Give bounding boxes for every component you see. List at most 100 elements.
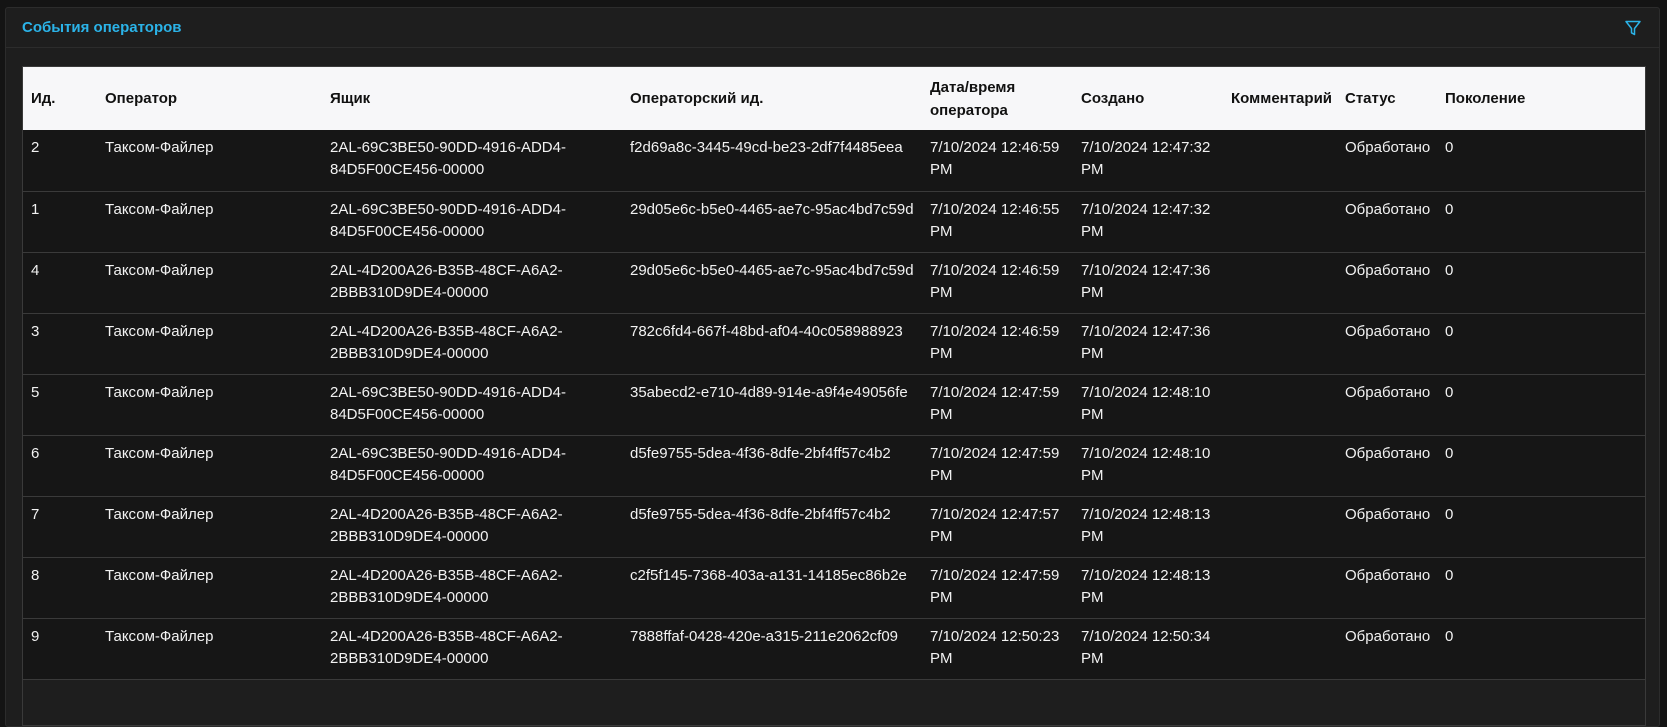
cell-generation: 0 [1445,505,1454,523]
cell-operator: Таксом-Файлер [105,200,214,218]
cell-id: 4 [31,261,40,279]
cell-operator: Таксом-Файлер [105,383,214,401]
cell-operator-datetime: 7/10/2024 12:50:23 PM [930,627,1060,667]
cell-operator-id: 7888ffaf-0428-420e-a315-211e2062cf09 [630,627,899,645]
table-row[interactable]: 9 Таксом-Файлер 2AL-4D200A26-B35B-48CF-A6A… [23,618,1645,679]
table-row[interactable]: 4 Таксом-Файлер 2AL-4D200A26-B35B-48CF-A6A… [23,252,1645,313]
cell-created: 7/10/2024 12:50:34 PM [1081,627,1211,667]
table-row[interactable]: 1 Таксом-Файлер 2AL-69C3BE50-90DD-4916-ADD… [23,191,1645,252]
cell-operator-id: 29d05e6c-b5e0-4465-ae7c-95ac4bd7c59d [630,200,914,218]
table-row[interactable]: 5 Таксом-Файлер 2AL-69C3BE50-90DD-4916-ADD… [23,374,1645,435]
table-body: 2 Таксом-Файлер 2AL-69C3BE50-90DD-4916-ADD… [23,130,1645,679]
cell-operator-datetime: 7/10/2024 12:47:59 PM [930,444,1060,484]
cell-status: Обработано [1345,200,1431,218]
cell-operator-datetime: 7/10/2024 12:46:59 PM [930,261,1060,301]
cell-id: 8 [31,566,40,584]
events-table: Ид. Оператор Ящик Операторский ид. Дата/… [22,66,1646,726]
cell-created: 7/10/2024 12:47:32 PM [1081,139,1211,178]
cell-comment [1223,496,1337,557]
cell-id: 5 [31,383,40,401]
cell-comment [1223,252,1337,313]
cell-operator: Таксом-Файлер [105,505,214,523]
panel-header: События операторов [6,8,1659,48]
cell-box: 2AL-4D200A26-B35B-48CF-A6A2-2BBB310D9DE4… [330,322,563,362]
cell-created: 7/10/2024 12:48:13 PM [1081,505,1211,545]
cell-operator-datetime: 7/10/2024 12:46:59 PM [930,322,1060,362]
cell-operator-id: d5fe9755-5dea-4f36-8dfe-2bf4ff57c4b2 [630,505,891,523]
cell-operator: Таксом-Файлер [105,322,214,340]
cell-operator-id: d5fe9755-5dea-4f36-8dfe-2bf4ff57c4b2 [630,444,891,462]
cell-operator-id: 29d05e6c-b5e0-4465-ae7c-95ac4bd7c59d [630,261,914,279]
table-header: Ид. Оператор Ящик Операторский ид. Дата/… [23,67,1645,130]
cell-generation: 0 [1445,139,1454,156]
cell-box: 2AL-69C3BE50-90DD-4916-ADD4-84D5F00CE456… [330,200,566,240]
filter-icon-glyph [1625,20,1641,35]
cell-box: 2AL-69C3BE50-90DD-4916-ADD4-84D5F00CE456… [330,383,566,423]
operator-events-panel: События операторов Ид. Оператор Ящик Опе… [5,7,1660,727]
cell-id: 1 [31,200,40,218]
column-header-box[interactable]: Ящик [322,67,622,130]
cell-generation: 0 [1445,261,1454,279]
column-header-operator-id[interactable]: Операторский ид. [622,67,922,130]
cell-created: 7/10/2024 12:47:32 PM [1081,200,1211,240]
cell-box: 2AL-69C3BE50-90DD-4916-ADD4-84D5F00CE456… [330,444,566,484]
cell-operator: Таксом-Файлер [105,444,214,462]
table-row[interactable]: 7 Таксом-Файлер 2AL-4D200A26-B35B-48CF-A6A… [23,496,1645,557]
cell-created: 7/10/2024 12:47:36 PM [1081,322,1211,362]
cell-status: Обработано [1345,322,1431,340]
cell-comment [1223,435,1337,496]
cell-operator-datetime: 7/10/2024 12:47:59 PM [930,566,1060,606]
column-header-generation[interactable]: Поколение [1437,67,1645,130]
cell-box: 2AL-4D200A26-B35B-48CF-A6A2-2BBB310D9DE4… [330,627,563,667]
cell-generation: 0 [1445,322,1454,340]
cell-operator-datetime: 7/10/2024 12:47:59 PM [930,383,1060,423]
column-header-id[interactable]: Ид. [23,67,97,130]
cell-operator-id: 35abecd2-e710-4d89-914e-a9f4e49056fe [630,383,908,401]
cell-created: 7/10/2024 12:48:13 PM [1081,566,1211,606]
cell-operator-datetime: 7/10/2024 12:46:55 PM [930,200,1060,240]
cell-status: Обработано [1345,505,1431,523]
cell-comment [1223,313,1337,374]
cell-operator: Таксом-Файлер [105,261,214,279]
cell-box: 2AL-4D200A26-B35B-48CF-A6A2-2BBB310D9DE4… [330,566,563,606]
cell-comment [1223,191,1337,252]
cell-operator: Таксом-Файлер [105,566,214,584]
cell-operator-id: 782c6fd4-667f-48bd-af04-40c058988923 [630,322,903,340]
column-header-status[interactable]: Статус [1337,67,1437,130]
cell-box: 2AL-69C3BE50-90DD-4916-ADD4-84D5F00CE456… [330,139,566,178]
table-row[interactable]: 8 Таксом-Файлер 2AL-4D200A26-B35B-48CF-A6A… [23,557,1645,618]
cell-operator-datetime: 7/10/2024 12:46:59 PM [930,139,1060,178]
cell-box: 2AL-4D200A26-B35B-48CF-A6A2-2BBB310D9DE4… [330,505,563,545]
column-header-operator[interactable]: Оператор [97,67,322,130]
cell-status: Обработано [1345,261,1431,279]
filter-icon[interactable] [1621,16,1645,40]
cell-created: 7/10/2024 12:48:10 PM [1081,444,1211,484]
cell-comment [1223,374,1337,435]
cell-comment [1223,130,1337,191]
cell-id: 3 [31,322,40,340]
column-header-comment[interactable]: Комментарий [1223,67,1337,130]
cell-operator-datetime: 7/10/2024 12:47:57 PM [930,505,1060,545]
header-row: Ид. Оператор Ящик Операторский ид. Дата/… [23,67,1645,130]
column-header-operator-datetime[interactable]: Дата/время оператора [922,67,1073,130]
cell-status: Обработано [1345,627,1431,645]
cell-generation: 0 [1445,627,1454,645]
table-row[interactable]: 2 Таксом-Файлер 2AL-69C3BE50-90DD-4916-ADD… [23,130,1645,191]
cell-operator: Таксом-Файлер [105,139,214,156]
column-header-created[interactable]: Создано [1073,67,1223,130]
cell-generation: 0 [1445,383,1454,401]
cell-id: 7 [31,505,40,523]
cell-created: 7/10/2024 12:48:10 PM [1081,383,1211,423]
cell-generation: 0 [1445,444,1454,462]
cell-comment [1223,618,1337,679]
cell-generation: 0 [1445,566,1454,584]
table-row[interactable]: 3 Таксом-Файлер 2AL-4D200A26-B35B-48CF-A6A… [23,313,1645,374]
table-row[interactable]: 6 Таксом-Файлер 2AL-69C3BE50-90DD-4916-ADD… [23,435,1645,496]
cell-operator: Таксом-Файлер [105,627,214,645]
panel-title: События операторов [22,19,182,36]
events-grid: Ид. Оператор Ящик Операторский ид. Дата/… [23,67,1645,680]
cell-comment [1223,557,1337,618]
cell-created: 7/10/2024 12:47:36 PM [1081,261,1211,301]
cell-box: 2AL-4D200A26-B35B-48CF-A6A2-2BBB310D9DE4… [330,261,563,301]
cell-status: Обработано [1345,566,1431,584]
